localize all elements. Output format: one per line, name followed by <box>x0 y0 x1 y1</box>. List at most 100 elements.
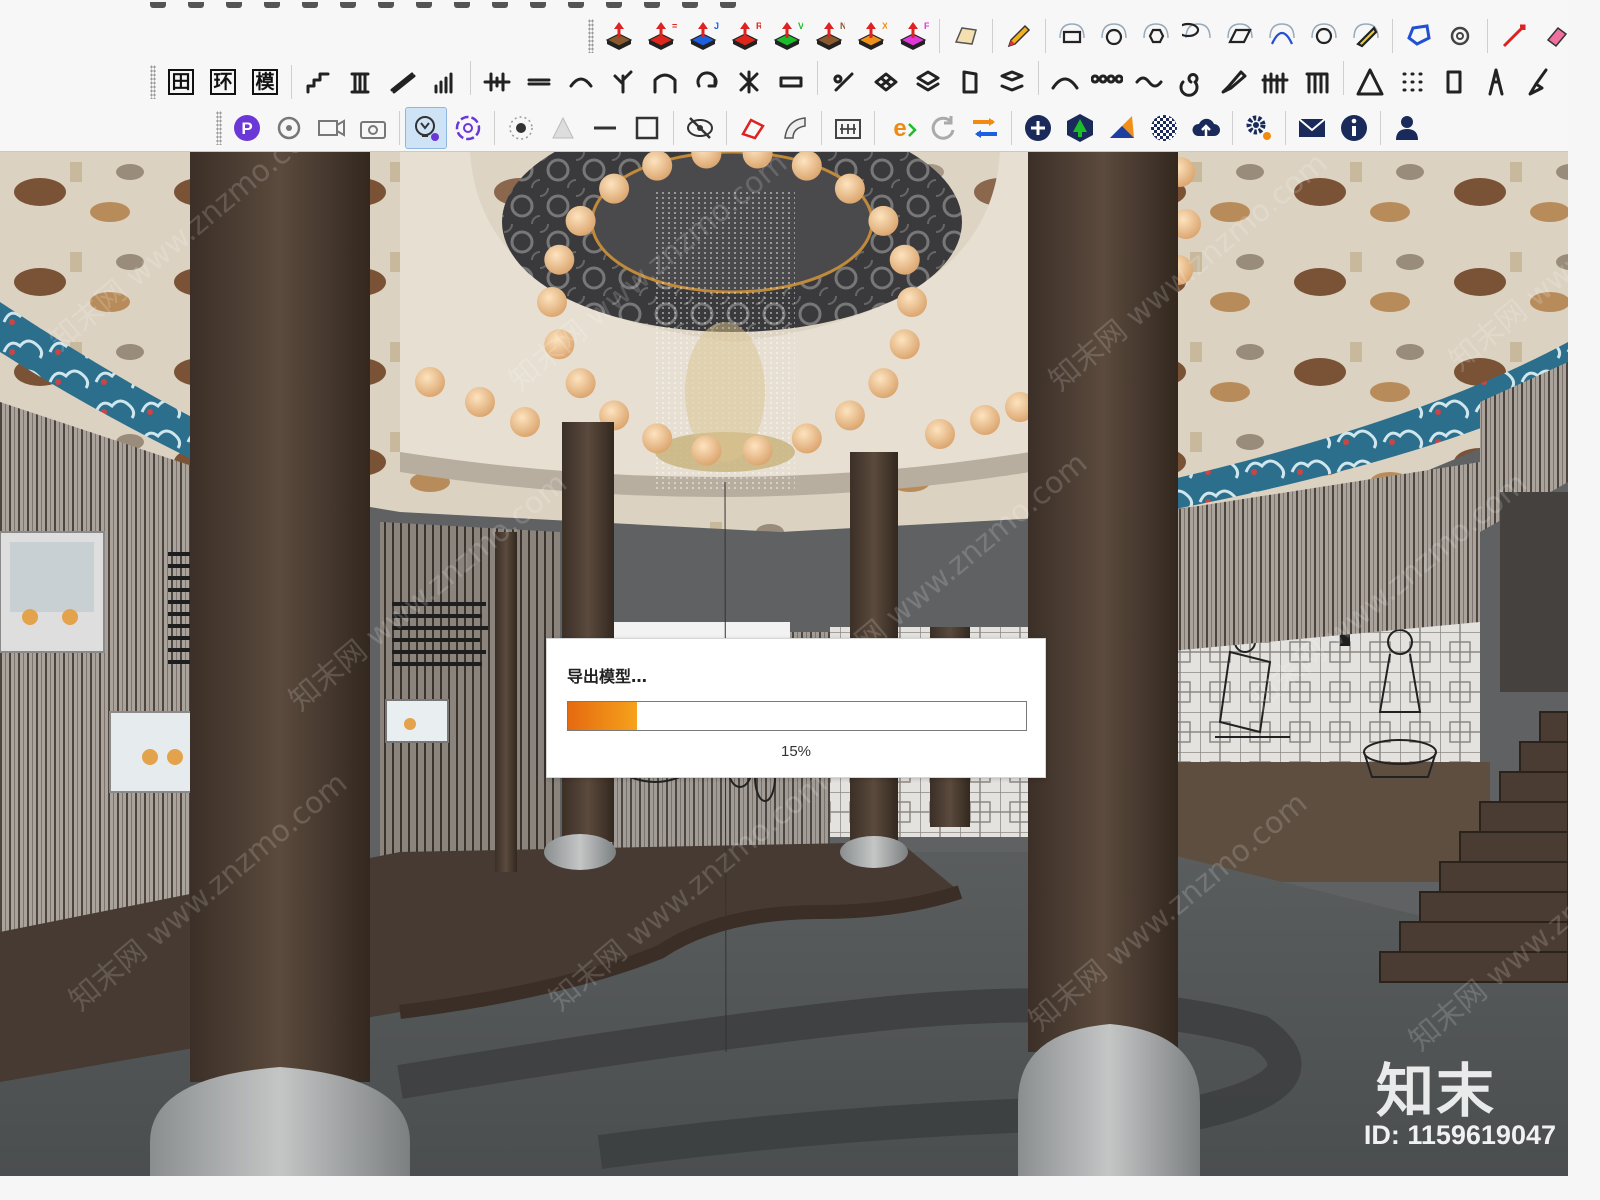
colonnade-tool-button[interactable] <box>1296 61 1338 103</box>
toolbar-stub[interactable] <box>416 2 432 8</box>
video-camera-button[interactable] <box>310 107 352 149</box>
toolbar-stub[interactable] <box>644 2 660 8</box>
toolbar-stub[interactable] <box>720 2 736 8</box>
align-arrow-button[interactable] <box>598 15 640 57</box>
offset-tool-button[interactable] <box>1177 15 1219 57</box>
3d-viewport[interactable]: 知末网 www.znzmo.com 知末网 www.znzmo.com 知末网 ww… <box>0 152 1568 1176</box>
offset-tool-button[interactable] <box>1345 15 1387 57</box>
dots-tool-button[interactable] <box>1391 61 1433 103</box>
grid-surface-button[interactable] <box>865 61 907 103</box>
flip-tool-button[interactable] <box>991 61 1033 103</box>
model-button[interactable]: 模 <box>244 61 286 103</box>
compass-tool-button[interactable] <box>1475 61 1517 103</box>
align-arrow-button[interactable]: F <box>892 15 934 57</box>
offset-tool-button[interactable] <box>1219 15 1261 57</box>
column-tool-button[interactable] <box>339 61 381 103</box>
user-button[interactable] <box>1386 107 1428 149</box>
line-light-button[interactable] <box>584 107 626 149</box>
offset-tool-button[interactable] <box>1051 15 1093 57</box>
branch-tool-button[interactable] <box>602 61 644 103</box>
node-tool-button[interactable] <box>823 61 865 103</box>
mail-button[interactable] <box>1291 107 1333 149</box>
hide-light-button[interactable] <box>679 107 721 149</box>
e-plugin-button[interactable]: e <box>880 107 922 149</box>
toolbar-stub[interactable] <box>226 2 242 8</box>
wave-tool-button[interactable] <box>1128 61 1170 103</box>
door-tool-button[interactable] <box>949 61 991 103</box>
divide-tool-button[interactable] <box>518 61 560 103</box>
offset-tool-button[interactable] <box>1135 15 1177 57</box>
offset-tool-button[interactable] <box>1261 15 1303 57</box>
sync-arrows-button[interactable] <box>964 107 1006 149</box>
toolbar-grip-icon[interactable] <box>588 19 594 53</box>
polygon-tool-button[interactable] <box>1398 15 1440 57</box>
toolbar-stub[interactable] <box>682 2 698 8</box>
toolbar-stub[interactable] <box>264 2 280 8</box>
align-arrow-button[interactable]: N <box>808 15 850 57</box>
info-button[interactable] <box>1333 107 1375 149</box>
ring-tool-button[interactable] <box>1440 15 1482 57</box>
toolbar-stub[interactable] <box>530 2 546 8</box>
toolbar-stub[interactable] <box>188 2 204 8</box>
offset-tool-button[interactable] <box>1303 15 1345 57</box>
rotate-tool-button[interactable] <box>686 61 728 103</box>
scatter-tool-button[interactable] <box>728 61 770 103</box>
material-button[interactable] <box>447 107 489 149</box>
toolbar-stub[interactable] <box>568 2 584 8</box>
toolbar-stub[interactable] <box>492 2 508 8</box>
add-button[interactable] <box>1017 107 1059 149</box>
align-arrow-button[interactable]: J <box>682 15 724 57</box>
tree-button[interactable] <box>1059 107 1101 149</box>
vertex-tool-button[interactable] <box>732 107 774 149</box>
grid-view-button[interactable]: 田 <box>160 61 202 103</box>
toolbar-stub[interactable] <box>340 2 356 8</box>
surface-patch-button[interactable] <box>945 15 987 57</box>
bar-chart-tool-button[interactable] <box>423 61 465 103</box>
plank-tool-button[interactable] <box>770 61 812 103</box>
toolbar-stub[interactable] <box>150 2 166 8</box>
slope-tool-button[interactable] <box>381 61 423 103</box>
toolbar-stub[interactable] <box>606 2 622 8</box>
plugin-logo-button[interactable]: P <box>226 107 268 149</box>
broom-tool-button[interactable] <box>1517 61 1559 103</box>
toolbar-stub[interactable] <box>378 2 394 8</box>
checker-button[interactable] <box>1143 107 1185 149</box>
triangle-tool-button[interactable] <box>1349 61 1391 103</box>
bend-tool-button[interactable] <box>560 61 602 103</box>
measure-tool-button[interactable] <box>1493 15 1535 57</box>
toolbar-stub[interactable] <box>454 2 470 8</box>
refresh-button[interactable] <box>922 107 964 149</box>
align-arrow-button[interactable]: R <box>724 15 766 57</box>
settings-button[interactable] <box>1238 107 1280 149</box>
light-tool-button[interactable] <box>405 107 447 149</box>
align-arrow-button[interactable]: V <box>766 15 808 57</box>
stack-tool-button[interactable] <box>907 61 949 103</box>
stair-tool-button[interactable] <box>297 61 339 103</box>
section-tool-button[interactable] <box>476 61 518 103</box>
curve-surface-button[interactable] <box>774 107 816 149</box>
environment-button[interactable]: 环 <box>202 61 244 103</box>
offset-tool-button[interactable] <box>1093 15 1135 57</box>
chain-tool-button[interactable] <box>1086 61 1128 103</box>
orbit-button[interactable] <box>268 107 310 149</box>
panel-tool-button[interactable] <box>1433 61 1475 103</box>
eraser-tool-button[interactable] <box>1535 15 1577 57</box>
cloud-upload-button[interactable] <box>1185 107 1227 149</box>
align-arrow-button[interactable]: X <box>850 15 892 57</box>
arch-tool-button[interactable] <box>644 61 686 103</box>
toolbar-stub[interactable] <box>302 2 318 8</box>
gradient-button[interactable] <box>1101 107 1143 149</box>
pencil-tool-button[interactable] <box>998 15 1040 57</box>
spiral-tool-button[interactable] <box>1170 61 1212 103</box>
align-arrow-button[interactable]: = <box>640 15 682 57</box>
photo-camera-button[interactable] <box>352 107 394 149</box>
area-light-button[interactable] <box>626 107 668 149</box>
seal-button[interactable] <box>827 107 869 149</box>
dome-tool-button[interactable] <box>1044 61 1086 103</box>
toolbar-grip-icon[interactable] <box>150 65 156 99</box>
point-light-button[interactable] <box>500 107 542 149</box>
toolbar-grip-icon[interactable] <box>216 111 222 145</box>
brush-tool-button[interactable] <box>1212 61 1254 103</box>
rail-tool-button[interactable] <box>1254 61 1296 103</box>
spot-light-button[interactable] <box>542 107 584 149</box>
